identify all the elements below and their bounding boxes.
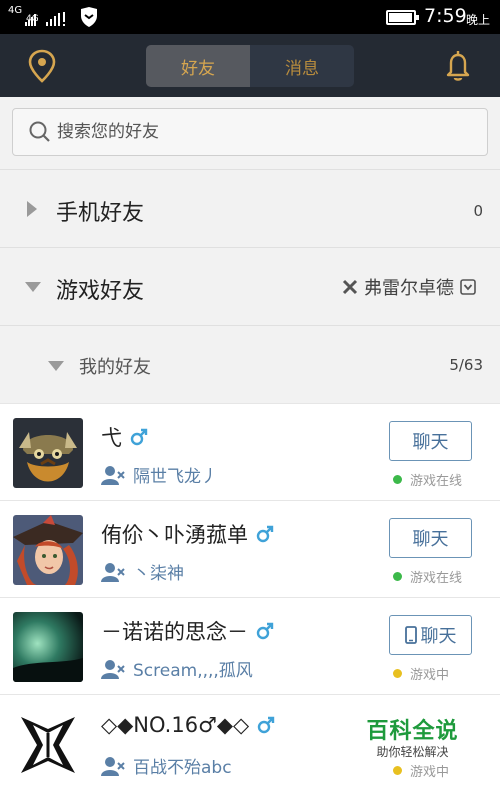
status-bar: 4G 4G 7:59 晚上 xyxy=(0,0,500,34)
person-icon xyxy=(101,465,125,485)
online-status: 游戏在线 xyxy=(393,470,462,489)
search-box[interactable] xyxy=(12,108,488,156)
chat-button[interactable]: 聊天 xyxy=(389,421,472,461)
tab-switcher: 好友 消息 xyxy=(146,45,354,87)
status-dot xyxy=(393,572,402,581)
group-count: 0 xyxy=(473,202,483,220)
friend-name-line: －诺诺的思念－ xyxy=(101,616,274,646)
watermark-title: 百科全说 xyxy=(366,719,459,744)
location-pin-icon[interactable] xyxy=(27,49,57,83)
chat-label: 聊天 xyxy=(412,529,449,550)
status-text: 游戏在线 xyxy=(410,571,463,586)
chat-button[interactable]: 聊天 xyxy=(389,615,472,655)
person-icon xyxy=(101,756,125,776)
battery-icon xyxy=(386,10,419,25)
phone-icon xyxy=(404,626,417,644)
friend-row[interactable]: －诺诺的思念－ Scream,,,,孤风 聊天 游戏中 xyxy=(0,597,500,694)
friend-name: －诺诺的思念－ xyxy=(101,620,248,644)
avatar[interactable] xyxy=(13,515,83,585)
bell-icon[interactable] xyxy=(442,48,474,82)
chat-button[interactable]: 聊天 xyxy=(389,518,472,558)
game-name-line: 丶柒神 xyxy=(101,559,184,584)
server-name: 弗雷尔卓德 xyxy=(364,278,454,299)
status-dot xyxy=(393,475,402,484)
person-icon xyxy=(101,659,125,679)
friend-row[interactable]: 弋 隔世飞龙丿 聊天 游戏在线 xyxy=(0,403,500,500)
search-input[interactable] xyxy=(57,119,457,145)
group-title: 手机好友 xyxy=(56,201,145,226)
male-icon xyxy=(256,525,274,543)
app-bar: 好友 消息 xyxy=(0,34,500,97)
watermark-badge: 百科全说 助你轻松解决 xyxy=(350,705,475,765)
shield-icon xyxy=(81,7,97,27)
dropdown-icon xyxy=(460,279,476,295)
friend-name-line: ◇◆NO.16♂◆◇ xyxy=(101,713,275,737)
search-area xyxy=(0,97,500,169)
network-label-2: 4G xyxy=(26,14,39,24)
subgroup-count: 5/63 xyxy=(449,356,483,374)
ingame-status: 游戏中 xyxy=(393,664,449,683)
search-icon xyxy=(29,121,50,142)
chat-label: 聊天 xyxy=(420,626,457,647)
male-icon xyxy=(258,716,275,734)
clock-ampm: 晚上 xyxy=(466,13,491,27)
subgroup-my-friends[interactable]: 我的好友 5/63 xyxy=(0,325,500,403)
game-name-line: Scream,,,,孤风 xyxy=(101,656,253,681)
friend-row[interactable]: 侑伱丶卟湧菰单 丶柒神 聊天 游戏在线 xyxy=(0,500,500,597)
group-game-friends[interactable]: 游戏好友 弗雷尔卓德 xyxy=(0,247,500,325)
game-name: 隔世飞龙丿 xyxy=(133,467,218,487)
friend-name-line: 弋 xyxy=(101,422,148,452)
friend-name: ◇◆NO.16♂◆◇ xyxy=(101,713,250,737)
expanded-arrow-icon xyxy=(48,361,64,371)
game-name-line: 隔世飞龙丿 xyxy=(101,462,218,487)
game-name: 丶柒神 xyxy=(133,564,184,584)
friend-name: 侑伱丶卟湧菰单 xyxy=(101,523,248,547)
friend-name: 弋 xyxy=(101,426,122,450)
game-name: 百战不殆abc xyxy=(133,758,232,778)
chat-label: 聊天 xyxy=(412,432,449,453)
crossed-swords-icon xyxy=(342,279,358,295)
status-text: 游戏在线 xyxy=(410,474,463,489)
status-text: 游戏中 xyxy=(410,668,450,683)
tab-messages[interactable]: 消息 xyxy=(250,45,354,87)
friend-name-line: 侑伱丶卟湧菰单 xyxy=(101,519,274,549)
tab-friends[interactable]: 好友 xyxy=(146,45,250,87)
collapsed-arrow-icon xyxy=(27,201,37,217)
group-title: 游戏好友 xyxy=(56,279,145,304)
person-icon xyxy=(101,562,125,582)
status-dot xyxy=(393,766,402,775)
avatar[interactable] xyxy=(13,709,83,779)
watermark-subtitle: 助你轻松解决 xyxy=(376,745,449,759)
game-name: Scream,,,,孤风 xyxy=(133,661,253,681)
signal-icon-2 xyxy=(46,12,65,26)
status-dot xyxy=(393,669,402,678)
online-status: 游戏在线 xyxy=(393,567,462,586)
avatar[interactable] xyxy=(13,418,83,488)
game-name-line: 百战不殆abc xyxy=(101,753,232,778)
network-label-1: 4G xyxy=(8,5,23,16)
avatar[interactable] xyxy=(13,612,83,682)
male-icon xyxy=(130,428,148,446)
group-phone-friends[interactable]: 手机好友 0 xyxy=(0,169,500,247)
male-icon xyxy=(256,622,274,640)
expanded-arrow-icon xyxy=(25,282,41,292)
server-selector[interactable]: 弗雷尔卓德 xyxy=(342,275,476,299)
clock-time: 7:59 xyxy=(424,5,467,27)
subgroup-title: 我的好友 xyxy=(79,357,151,378)
